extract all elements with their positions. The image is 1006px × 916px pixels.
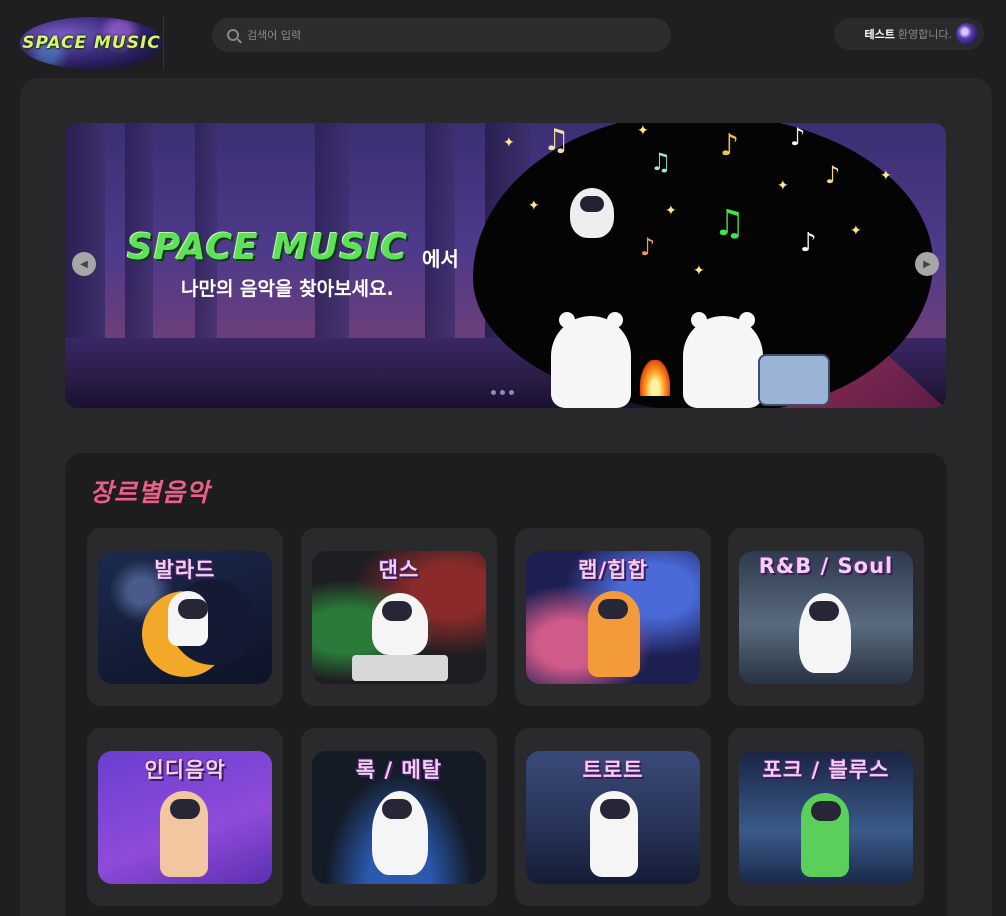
genre-label: 포크 / 블루스 bbox=[762, 758, 890, 782]
carousel-dot[interactable] bbox=[509, 390, 514, 395]
music-note-icon: ♪ bbox=[800, 228, 817, 258]
carousel-dot[interactable] bbox=[491, 390, 496, 395]
polar-bear-illustration bbox=[551, 312, 631, 408]
chevron-left-icon: ◀ bbox=[80, 258, 88, 270]
banner-title: SPACE MUSIC bbox=[127, 227, 409, 268]
music-note-icon: ♫ bbox=[713, 203, 746, 244]
polar-bear-illustration bbox=[683, 312, 763, 408]
banner-subtitle: 나만의 음악을 찾아보세요. bbox=[181, 278, 394, 300]
carousel-dot[interactable] bbox=[500, 390, 505, 395]
search-icon bbox=[227, 29, 239, 41]
chevron-right-icon: ▶ bbox=[923, 258, 931, 270]
genre-card-rock[interactable]: 록 / 메탈 bbox=[301, 728, 497, 906]
star-icon: ✦ bbox=[880, 168, 892, 184]
genre-label: 인디음악 bbox=[144, 758, 226, 782]
user-name: 테스트 bbox=[864, 28, 895, 41]
welcome-text: 환영합니다. bbox=[897, 28, 952, 41]
music-note-icon: ♪ bbox=[640, 233, 656, 261]
astronaut-illustration bbox=[590, 791, 638, 877]
genre-card-hiphop[interactable]: 랩/힙합 bbox=[515, 528, 711, 706]
avatar[interactable] bbox=[956, 23, 978, 45]
music-note-icon: ♫ bbox=[650, 148, 672, 176]
search-bar[interactable] bbox=[212, 18, 671, 52]
star-icon: ✦ bbox=[503, 135, 515, 151]
genre-label: 랩/힙합 bbox=[578, 558, 648, 582]
genre-label: 록 / 메탈 bbox=[355, 758, 443, 782]
dj-turntable-illustration bbox=[352, 655, 448, 681]
genre-card-rnb[interactable]: R&B / Soul bbox=[728, 528, 924, 706]
music-note-icon: ♪ bbox=[720, 128, 740, 163]
cat-rocker-illustration bbox=[372, 791, 428, 875]
search-input[interactable] bbox=[247, 28, 627, 42]
shiba-dog-illustration bbox=[588, 591, 640, 677]
user-menu[interactable]: 테스트 환영합니다. bbox=[834, 18, 984, 50]
girl-guitar-illustration bbox=[160, 791, 208, 877]
cactus-guitar-illustration bbox=[801, 793, 849, 877]
boombox-illustration bbox=[758, 354, 830, 406]
genre-label: R&B / Soul bbox=[758, 554, 894, 578]
music-note-icon: ♪ bbox=[825, 161, 841, 189]
panda-guitar-illustration bbox=[799, 593, 851, 673]
header-divider bbox=[163, 16, 164, 70]
site-logo[interactable]: SPACE MUSIC bbox=[20, 17, 163, 69]
genre-section-title: 장르별음악 bbox=[90, 478, 211, 507]
genre-card-ballad[interactable]: 발라드 bbox=[87, 528, 283, 706]
star-icon: ✦ bbox=[777, 178, 789, 194]
carousel-next-button[interactable]: ▶ bbox=[915, 252, 939, 276]
star-icon: ✦ bbox=[528, 198, 540, 214]
genre-card-dance[interactable]: 댄스 bbox=[301, 528, 497, 706]
campfire-illustration bbox=[640, 360, 670, 396]
star-icon: ✦ bbox=[693, 263, 705, 279]
carousel-prev-button[interactable]: ◀ bbox=[72, 252, 96, 276]
banner-title-suffix: 에서 bbox=[422, 247, 459, 271]
star-icon: ✦ bbox=[850, 223, 862, 239]
logo-text: SPACE MUSIC bbox=[22, 32, 161, 53]
music-note-icon: ♫ bbox=[543, 123, 570, 158]
astronaut-illustration bbox=[168, 591, 208, 646]
genre-card-trot[interactable]: 트로트 bbox=[515, 728, 711, 906]
genre-label: 댄스 bbox=[378, 558, 420, 582]
astronaut-illustration bbox=[570, 188, 614, 238]
genre-label: 트로트 bbox=[582, 758, 644, 782]
genre-card-folk[interactable]: 포크 / 블루스 bbox=[728, 728, 924, 906]
star-icon: ✦ bbox=[665, 203, 677, 219]
genre-card-indie[interactable]: 인디음악 bbox=[87, 728, 283, 906]
carousel-indicators bbox=[491, 390, 514, 395]
star-icon: ✦ bbox=[637, 123, 649, 139]
genre-label: 발라드 bbox=[154, 558, 216, 582]
music-note-icon: ♪ bbox=[790, 123, 806, 151]
panda-dj-illustration bbox=[372, 593, 428, 655]
